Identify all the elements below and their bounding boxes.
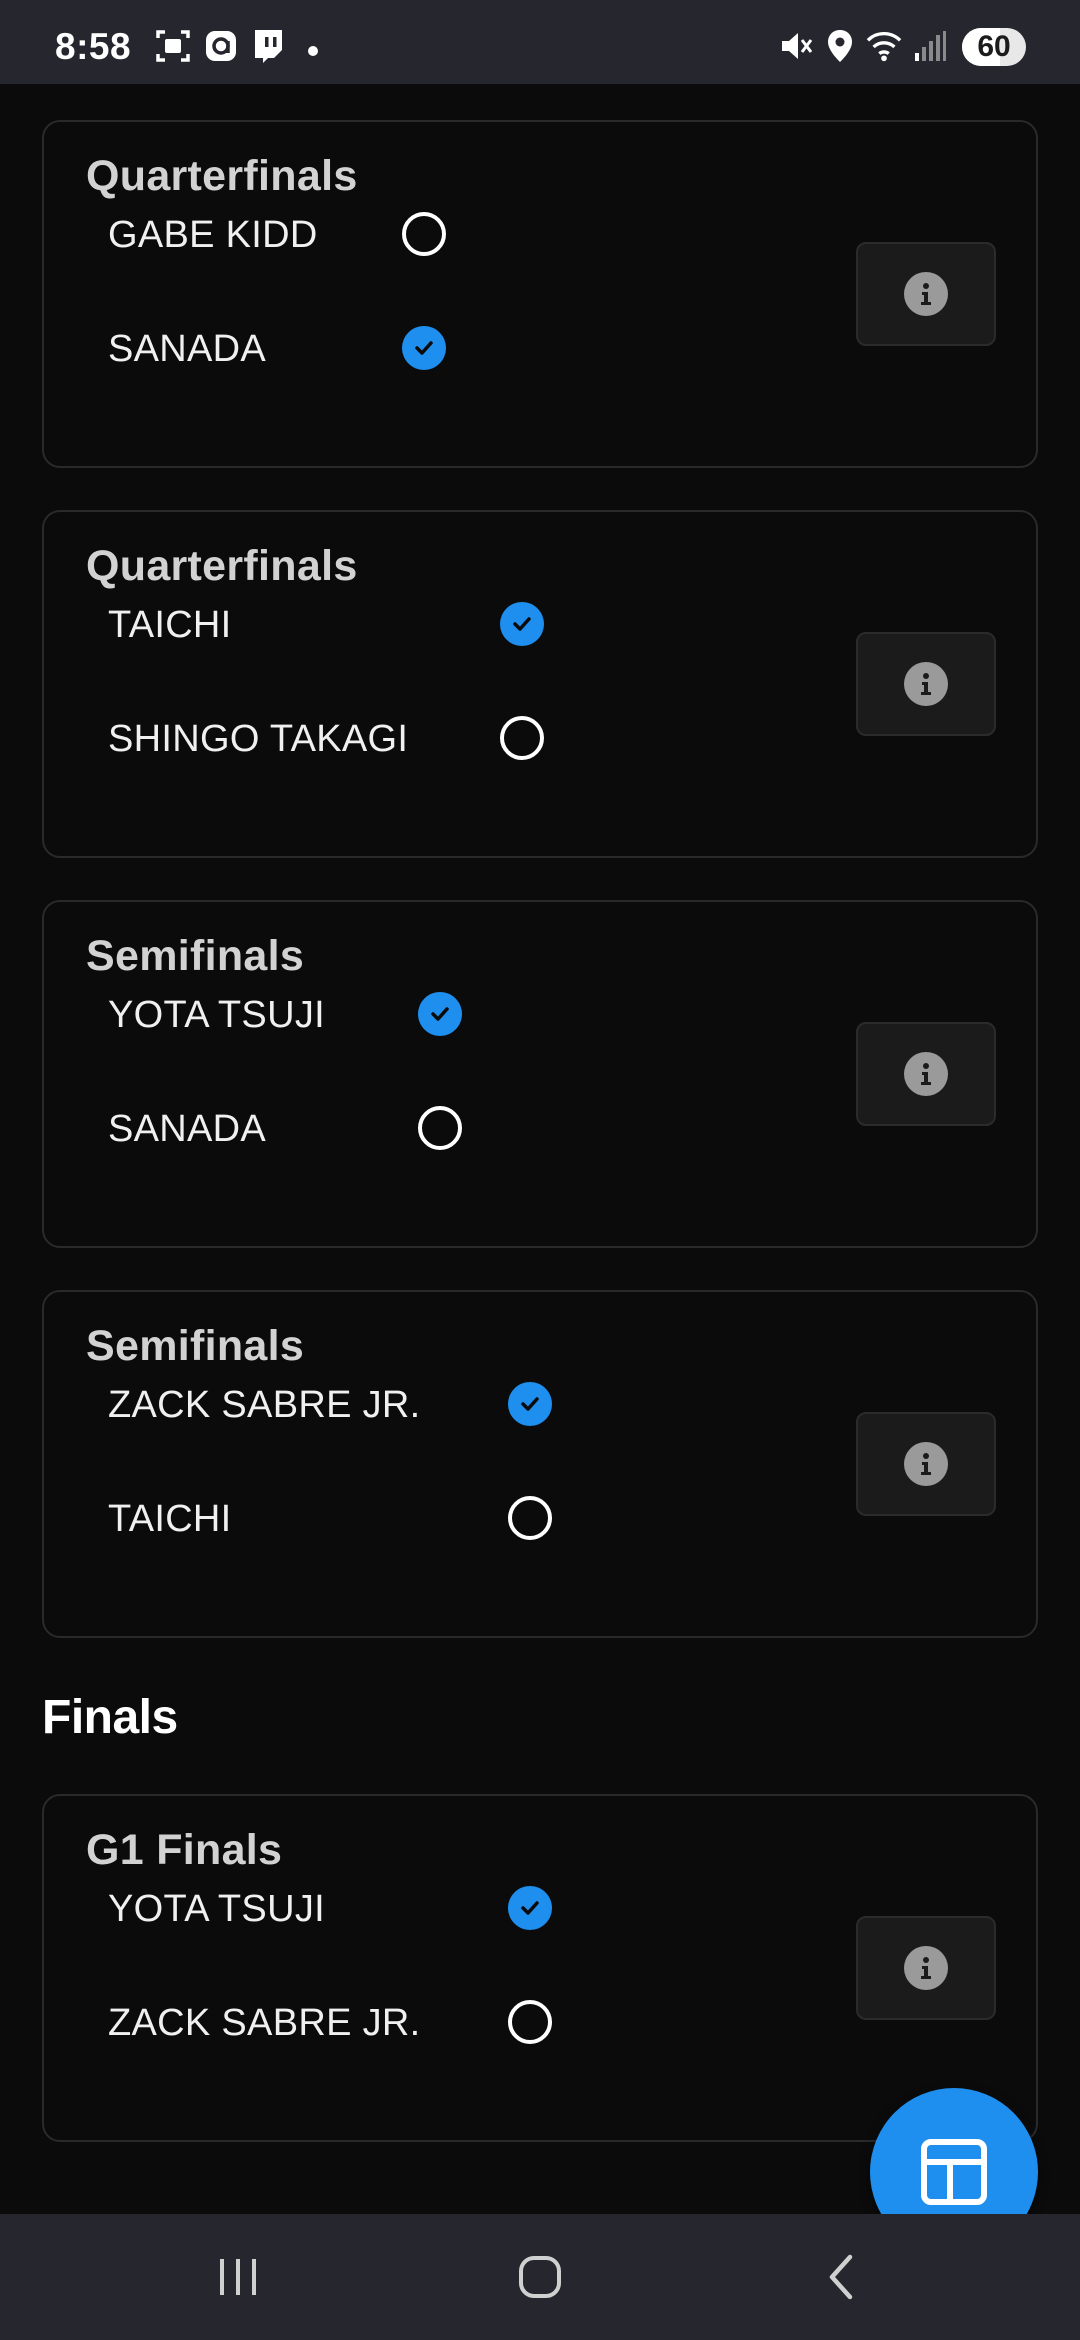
home-button[interactable] (500, 2242, 580, 2312)
radio-unchecked[interactable] (508, 2000, 552, 2044)
wifi-icon (866, 28, 902, 64)
screenshot-icon (155, 28, 191, 64)
mute-icon (778, 28, 814, 64)
recents-icon (220, 2259, 256, 2295)
round-title: Quarterfinals (86, 152, 358, 200)
check-icon (521, 1901, 539, 1915)
radio-unchecked[interactable] (508, 1496, 552, 1540)
status-bar: 8:58 60 (0, 0, 1080, 84)
info-icon (904, 1442, 948, 1486)
location-icon (822, 28, 858, 64)
competitor-name[interactable]: SANADA (108, 1108, 266, 1151)
info-button[interactable] (856, 242, 996, 346)
status-time: 8:58 (55, 26, 132, 67)
check-icon (513, 617, 531, 631)
round-title: Quarterfinals (86, 542, 358, 590)
system-nav-bar (0, 2214, 1080, 2340)
signal-icon (912, 28, 948, 64)
check-icon (415, 341, 433, 355)
info-icon (904, 1946, 948, 1990)
match-card: G1 Finals YOTA TSUJI ZACK SABRE JR. (42, 1794, 1038, 2142)
home-icon (519, 2256, 561, 2298)
competitor-name[interactable]: ZACK SABRE JR. (108, 2002, 421, 2045)
radio-checked[interactable] (402, 326, 446, 370)
radio-checked[interactable] (508, 1382, 552, 1426)
competitor-name[interactable]: YOTA TSUJI (108, 1888, 325, 1931)
info-icon (904, 662, 948, 706)
radio-checked[interactable] (508, 1886, 552, 1930)
match-card: Semifinals ZACK SABRE JR. TAICHI (42, 1290, 1038, 1638)
round-title: G1 Finals (86, 1826, 283, 1874)
recents-button[interactable] (198, 2242, 278, 2312)
round-title: Semifinals (86, 932, 305, 980)
bracket-list[interactable]: Quarterfinals GABE KIDD SANADA Quarterfi… (0, 84, 1080, 2214)
match-card: Quarterfinals TAICHI SHINGO TAKAGI (42, 510, 1038, 858)
back-button[interactable] (802, 2242, 882, 2312)
bracket-grid-icon (921, 2139, 987, 2205)
info-button[interactable] (856, 1022, 996, 1126)
info-icon (904, 1052, 948, 1096)
match-card: Semifinals YOTA TSUJI SANADA (42, 900, 1038, 1248)
info-icon (904, 272, 948, 316)
radio-unchecked[interactable] (418, 1106, 462, 1150)
competitor-name[interactable]: GABE KIDD (108, 214, 318, 257)
radio-checked[interactable] (500, 602, 544, 646)
radio-unchecked[interactable] (500, 716, 544, 760)
app-a-icon (203, 28, 239, 64)
back-icon (829, 2254, 853, 2300)
competitor-name[interactable]: YOTA TSUJI (108, 994, 325, 1037)
competitor-name[interactable]: SHINGO TAKAGI (108, 718, 408, 761)
info-button[interactable] (856, 1916, 996, 2020)
battery-level: 60 (977, 30, 1011, 63)
section-heading-finals: Finals (42, 1691, 178, 1744)
radio-unchecked[interactable] (402, 212, 446, 256)
notification-dot (308, 46, 318, 56)
radio-checked[interactable] (418, 992, 462, 1036)
competitor-name[interactable]: TAICHI (108, 604, 232, 647)
info-button[interactable] (856, 1412, 996, 1516)
competitor-name[interactable]: ZACK SABRE JR. (108, 1384, 421, 1427)
check-icon (431, 1007, 449, 1021)
competitor-name[interactable]: SANADA (108, 328, 266, 371)
info-button[interactable] (856, 632, 996, 736)
check-icon (521, 1397, 539, 1411)
twitch-icon (250, 28, 286, 64)
competitor-name[interactable]: TAICHI (108, 1498, 232, 1541)
match-card: Quarterfinals GABE KIDD SANADA (42, 120, 1038, 468)
round-title: Semifinals (86, 1322, 305, 1370)
battery-icon: 60 (962, 28, 1026, 66)
